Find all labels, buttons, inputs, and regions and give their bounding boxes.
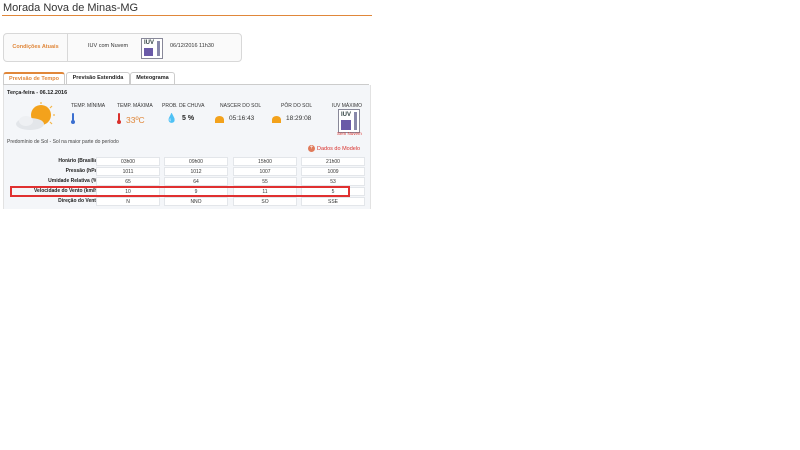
- model-data-link[interactable]: + Dados do Modelo: [308, 145, 360, 152]
- header-temp-max: TEMP. MÁXIMA: [117, 103, 153, 109]
- forecast-day-title: Terça-feira - 06.12.2016: [7, 90, 68, 96]
- sunset-value: 18:29:08: [286, 115, 312, 122]
- header-rain-prob: PROB. DE CHUVA: [162, 103, 205, 109]
- current-conditions-label[interactable]: Condições Atuais: [4, 34, 68, 61]
- temp-max-value: 33ºC: [126, 115, 145, 125]
- title-divider: [2, 15, 372, 16]
- table-cell: NNO: [164, 197, 228, 206]
- sunrise-icon: [215, 116, 224, 123]
- table-cell: SO: [233, 197, 297, 206]
- model-data-link-label: Dados do Modelo: [317, 145, 361, 152]
- sunset-icon: [272, 116, 281, 123]
- current-conditions-description: IUV com Nuvem: [88, 43, 129, 49]
- tab-previsao-estendida[interactable]: Previsão Estendida: [66, 72, 130, 84]
- table-cell: 1011: [96, 167, 160, 176]
- rain-drops-icon: 💧: [166, 113, 178, 123]
- table-cell: SSE: [301, 197, 365, 206]
- uv-max-icon-text: IUV: [341, 112, 352, 118]
- table-cell: N: [96, 197, 160, 206]
- wind-speed-highlight: [10, 186, 350, 197]
- table-cell: 15h00: [233, 157, 297, 166]
- thermometer-max-icon: [117, 113, 121, 124]
- tab-meteograma[interactable]: Meteograma: [130, 72, 175, 84]
- table-cell: 09h00: [164, 157, 228, 166]
- current-conditions-date: 06/12/2016 11h30: [170, 43, 214, 49]
- table-row: Pressão (hPa) 1011 1012 1007 1009: [9, 167, 369, 176]
- table-cell: 1007: [233, 167, 297, 176]
- table-cell: 21h00: [301, 157, 365, 166]
- plus-icon: +: [308, 145, 315, 152]
- thermometer-min-icon: [71, 113, 75, 124]
- city-title: Morada Nova de Minas-MG: [3, 2, 139, 14]
- header-temp-min: TEMP. MÍNIMA: [71, 103, 106, 109]
- row-label: Direção do Vento: [58, 198, 99, 204]
- table-row: Umidade Relativa (%) 65 64 55 53: [9, 177, 369, 186]
- row-label: Pressão (hPa): [65, 168, 99, 174]
- row-label: Umidade Relativa (%): [48, 178, 99, 184]
- rain-prob-value: 5 %: [182, 115, 195, 122]
- tab-previsao-de-tempo[interactable]: Previsão de Tempo: [3, 72, 65, 84]
- table-cell: 1009: [301, 167, 365, 176]
- table-row: Direção do Vento N NNO SO SSE: [9, 197, 369, 206]
- header-sunrise: NASCER DO SOL: [220, 103, 262, 109]
- sun-cloud-icon: [16, 102, 55, 130]
- header-sunset: PÔR DO SOL: [281, 103, 313, 109]
- uv-max-icon: IUV: [338, 109, 360, 133]
- row-label: Horário (Brasília): [58, 158, 99, 164]
- table-cell: 65: [96, 177, 160, 186]
- table-cell: 55: [233, 177, 297, 186]
- uv-max-label: Sem Nuvem: [337, 131, 362, 136]
- table-cell: 03h00: [96, 157, 160, 166]
- table-cell: 53: [301, 177, 365, 186]
- current-conditions-box: Condições Atuais IUV com Nuvem IUV 06/12…: [3, 33, 242, 62]
- uv-index-icon-text: IUV: [144, 40, 155, 46]
- table-row: Horário (Brasília) 03h00 09h00 15h00 21h…: [9, 157, 369, 166]
- table-cell: 1012: [164, 167, 228, 176]
- sunrise-value: 05:16:43: [229, 115, 255, 122]
- uv-index-icon: IUV: [141, 38, 163, 59]
- forecast-summary: Predomínio de Sol - Sol na maior parte d…: [7, 139, 119, 145]
- table-cell: 64: [164, 177, 228, 186]
